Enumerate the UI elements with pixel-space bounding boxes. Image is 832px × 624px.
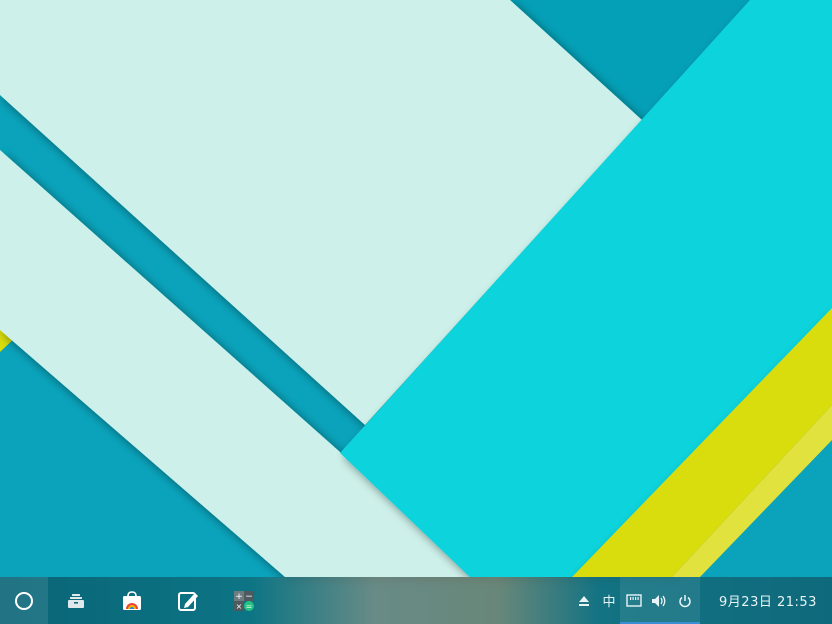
text-editor-icon <box>178 591 198 611</box>
launcher-button[interactable] <box>0 577 48 624</box>
power-icon <box>679 594 691 607</box>
calculator-button[interactable]: + − × = <box>224 577 264 624</box>
app-store-button[interactable] <box>112 577 152 624</box>
file-manager-button[interactable] <box>56 577 96 624</box>
ime-icon: 中 <box>602 595 616 610</box>
ime-button[interactable]: 中 <box>597 577 621 624</box>
svg-text:+: + <box>235 592 243 602</box>
svg-text:−: − <box>245 592 253 602</box>
svg-text:×: × <box>236 602 243 611</box>
clock[interactable]: 9月23日 21:53 <box>708 577 828 624</box>
app-store-icon <box>123 590 141 610</box>
taskbar: + − × = 中 9月23日 21:53 <box>0 577 832 624</box>
power-button[interactable] <box>673 577 697 624</box>
eject-button[interactable] <box>572 577 596 624</box>
network-icon <box>626 593 642 607</box>
network-button[interactable] <box>622 577 646 624</box>
file-manager-icon <box>68 593 84 608</box>
volume-button[interactable] <box>647 577 671 624</box>
eject-icon <box>579 595 589 606</box>
text-editor-button[interactable] <box>168 577 208 624</box>
calculator-icon: + − × = <box>234 590 254 611</box>
desktop-wallpaper <box>0 0 832 624</box>
launcher-circle-icon <box>15 591 33 610</box>
svg-text:=: = <box>246 602 253 611</box>
volume-icon <box>652 594 666 607</box>
